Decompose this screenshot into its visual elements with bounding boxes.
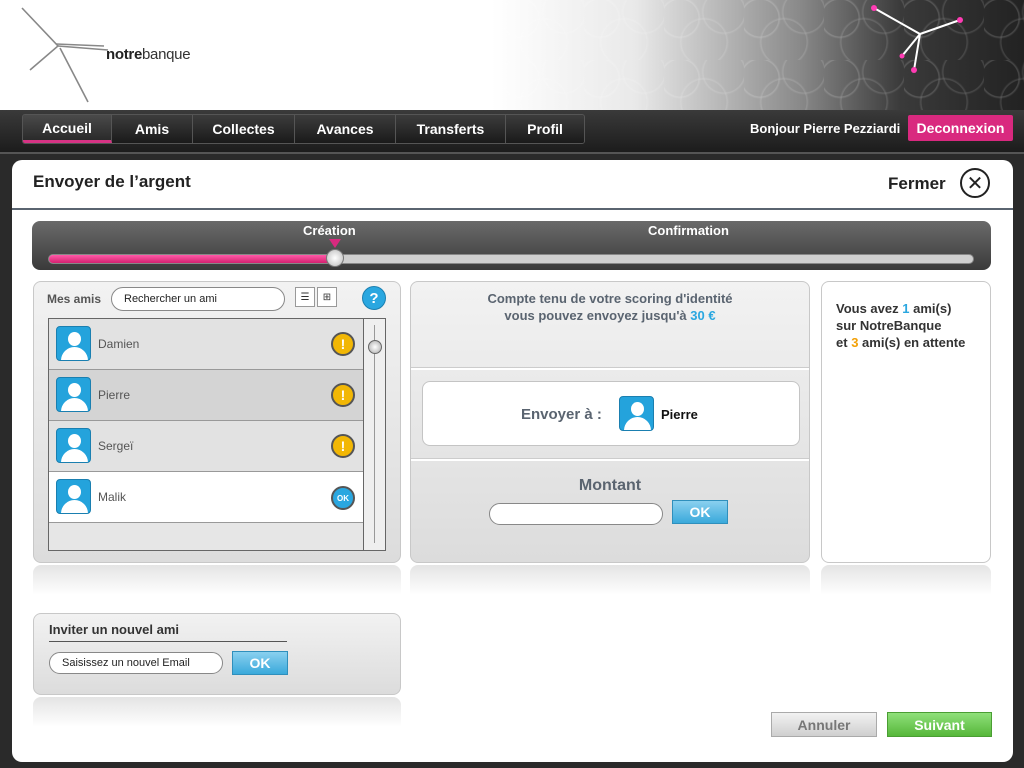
nav-tab-profil[interactable]: Profil xyxy=(506,115,584,143)
friend-row[interactable]: Pierre ! xyxy=(49,370,363,421)
step-confirmation: Confirmation xyxy=(648,223,729,238)
avatar-icon xyxy=(56,377,91,412)
amount-ok-button[interactable]: OK xyxy=(672,500,728,524)
amount-input[interactable] xyxy=(489,503,663,525)
nav-tab-accueil[interactable]: Accueil xyxy=(23,115,112,143)
close-icon[interactable]: ✕ xyxy=(960,168,990,198)
step-creation: Création xyxy=(303,223,356,238)
list-view-icon[interactable]: ☰ xyxy=(295,287,315,307)
recipient-box: Envoyer à : Pierre xyxy=(422,381,800,446)
section-divider xyxy=(411,367,809,370)
invite-email-input[interactable] xyxy=(49,652,223,674)
panel-reflection xyxy=(821,565,991,595)
cancel-button[interactable]: Annuler xyxy=(771,712,877,737)
friend-list-scrollbar[interactable] xyxy=(363,319,385,550)
friends-label: Mes amis xyxy=(47,292,102,306)
network-emblem-icon xyxy=(871,5,963,73)
progress-stepper: Création Confirmation xyxy=(32,221,991,270)
avatar-icon xyxy=(56,326,91,361)
warning-status-icon: ! xyxy=(331,383,355,407)
title-divider xyxy=(12,208,1013,210)
transfer-panel: Compte tenu de votre scoring d'identité … xyxy=(410,281,810,563)
friend-name: Damien xyxy=(98,337,140,351)
avatar-icon xyxy=(56,428,91,463)
logout-button[interactable]: Deconnexion xyxy=(908,115,1013,141)
send-to-label: Envoyer à : xyxy=(521,406,602,423)
scrollbar-thumb[interactable] xyxy=(368,340,382,354)
nav-tab-amis[interactable]: Amis xyxy=(112,115,193,143)
friend-name: Pierre xyxy=(98,388,131,402)
friend-list: Damien ! Pierre ! Sergeï ! Malik OK xyxy=(48,318,386,551)
dialog-title: Envoyer de l’argent xyxy=(33,172,191,191)
friends-summary: Vous avez 1 ami(s) sur NotreBanque et 3 … xyxy=(836,301,966,350)
send-money-dialog: Envoyer de l’argent Fermer ✕ Création Co… xyxy=(12,160,1013,762)
progress-track xyxy=(48,254,974,264)
info-panel: Vous avez 1 ami(s) sur NotreBanque et 3 … xyxy=(821,281,991,563)
friend-name: Sergeï xyxy=(98,439,134,453)
next-button[interactable]: Suivant xyxy=(887,712,992,737)
progress-fill xyxy=(49,255,336,263)
invite-ok-button[interactable]: OK xyxy=(232,651,288,675)
progress-knob[interactable] xyxy=(326,249,345,267)
nav-tab-transferts[interactable]: Transferts xyxy=(396,115,506,143)
ok-status-icon: OK xyxy=(331,486,355,510)
amount-label: Montant xyxy=(578,477,642,494)
avatar-icon xyxy=(56,479,91,514)
recipient-avatar-icon xyxy=(619,396,654,431)
invite-divider xyxy=(49,641,287,642)
nav-tab-collectes[interactable]: Collectes xyxy=(193,115,295,143)
panel-reflection xyxy=(33,697,401,727)
friend-name: Malik xyxy=(98,490,127,504)
friends-panel: Mes amis ☰ ⊞ ? Damien ! Pierre ! Sergeï … xyxy=(33,281,401,563)
scoring-message: Compte tenu de votre scoring d'identité … xyxy=(487,291,733,323)
logo-text: notrebanque xyxy=(106,46,191,63)
friend-row[interactable]: Sergeï ! xyxy=(49,421,363,472)
invite-panel: Inviter un nouvel ami OK xyxy=(33,613,401,695)
nav-tabs: Accueil Amis Collectes Avances Transfert… xyxy=(22,114,585,144)
friend-search-input[interactable] xyxy=(111,287,285,311)
step-marker-icon xyxy=(329,239,342,248)
user-greeting: Bonjour Pierre Pezziardi xyxy=(750,121,901,136)
friend-row[interactable]: Damien ! xyxy=(49,319,363,370)
send-limit: 30 € xyxy=(690,308,716,323)
close-label[interactable]: Fermer xyxy=(888,174,946,194)
invite-title: Inviter un nouvel ami xyxy=(49,622,180,637)
nav-tab-avances[interactable]: Avances xyxy=(295,115,396,143)
panel-reflection xyxy=(33,565,401,595)
header: notrebanque xyxy=(0,0,1024,110)
warning-status-icon: ! xyxy=(331,434,355,458)
main-nav: Accueil Amis Collectes Avances Transfert… xyxy=(0,110,1024,154)
grid-view-icon[interactable]: ⊞ xyxy=(317,287,337,307)
recipient-name: Pierre xyxy=(661,407,698,422)
panel-reflection xyxy=(410,565,810,595)
section-divider xyxy=(411,458,809,461)
friend-row[interactable]: Malik OK xyxy=(49,472,363,523)
warning-status-icon: ! xyxy=(331,332,355,356)
help-icon[interactable]: ? xyxy=(362,286,386,310)
